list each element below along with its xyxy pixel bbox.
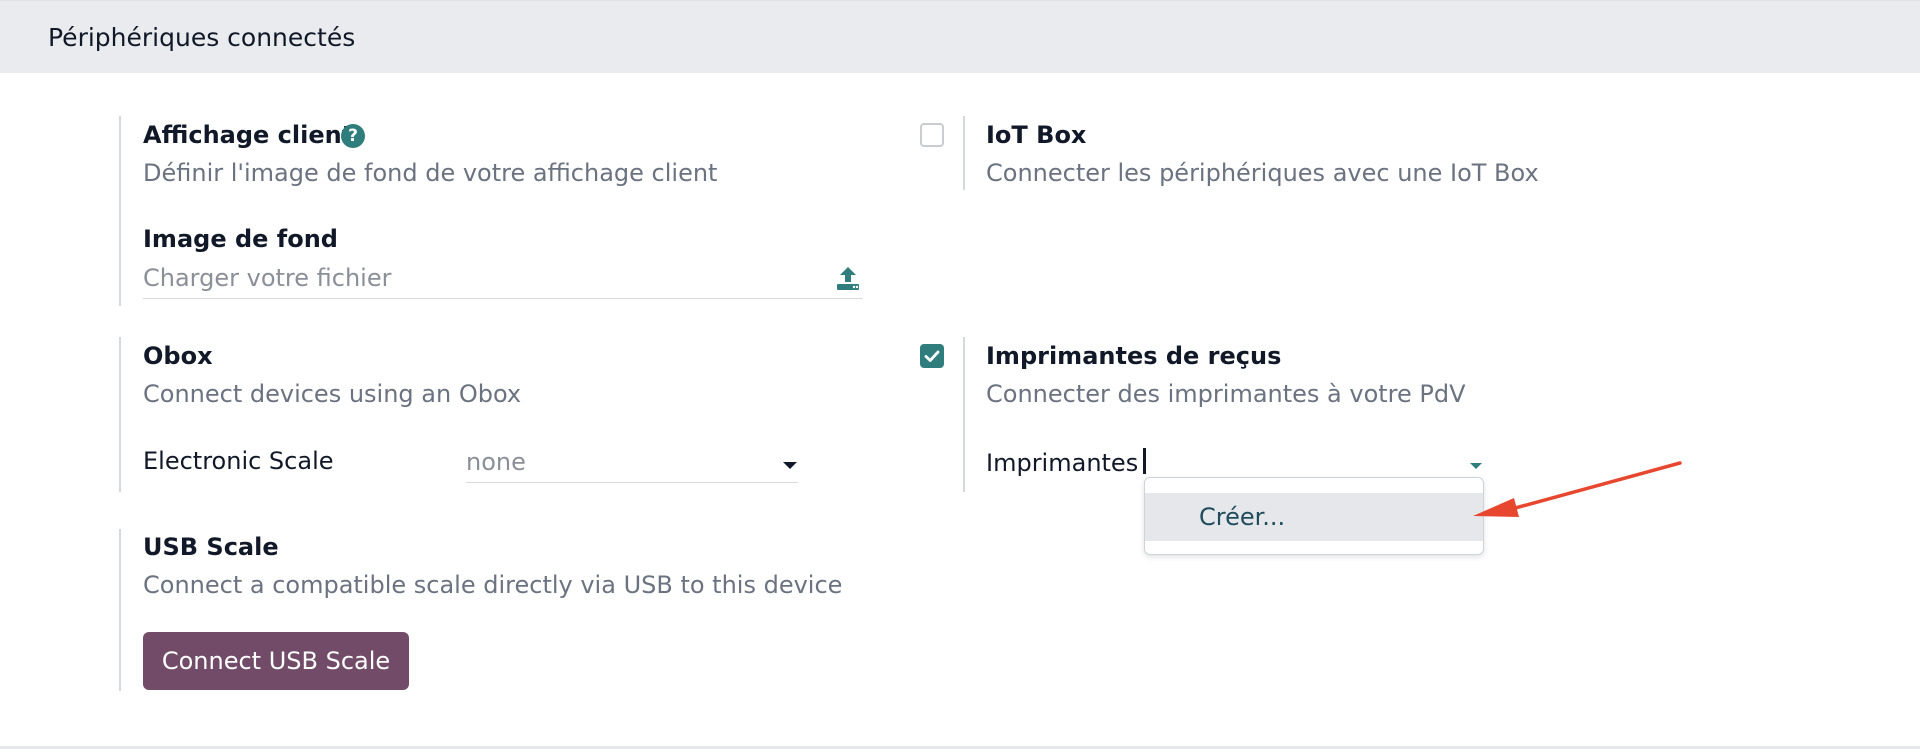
obox-title: Obox bbox=[143, 342, 213, 370]
receipt-printers-title: Imprimantes de reçus bbox=[986, 342, 1282, 370]
background-image-upload-field[interactable]: Charger votre fichier bbox=[143, 262, 863, 299]
setting-divider bbox=[119, 529, 121, 691]
section-title: Périphériques connectés bbox=[48, 23, 356, 52]
dropdown-item-create[interactable]: Créer... bbox=[1145, 493, 1483, 541]
section-bottom-rule bbox=[0, 746, 1920, 749]
dropdown-item-label: Créer... bbox=[1199, 503, 1286, 531]
iot-box-checkbox[interactable] bbox=[920, 123, 944, 147]
setting-divider bbox=[963, 116, 965, 190]
section-header: Périphériques connectés bbox=[0, 0, 1920, 73]
question-circle-icon[interactable]: ? bbox=[341, 124, 365, 148]
customer-display-description: Définir l'image de fond de votre afficha… bbox=[143, 159, 718, 187]
text-cursor bbox=[1143, 448, 1146, 474]
customer-display-title: Affichage client bbox=[143, 121, 354, 149]
iot-box-title: IoT Box bbox=[986, 121, 1087, 149]
electronic-scale-value: none bbox=[466, 448, 526, 476]
printers-autocomplete-dropdown: Créer... bbox=[1144, 477, 1484, 555]
background-image-label: Image de fond bbox=[143, 225, 338, 253]
upload-icon[interactable] bbox=[835, 265, 861, 291]
electronic-scale-label: Electronic Scale bbox=[143, 447, 334, 475]
annotation-arrow-icon bbox=[1473, 461, 1682, 517]
check-icon bbox=[924, 350, 940, 362]
setting-divider bbox=[119, 116, 121, 306]
usb-scale-description: Connect a compatible scale directly via … bbox=[143, 571, 843, 599]
obox-description: Connect devices using an Obox bbox=[143, 380, 522, 408]
chevron-down-icon[interactable] bbox=[783, 462, 797, 469]
usb-scale-title: USB Scale bbox=[143, 533, 279, 561]
receipt-printers-checkbox[interactable] bbox=[920, 344, 944, 368]
setting-divider bbox=[119, 337, 121, 492]
receipt-printers-description: Connecter des imprimantes à votre PdV bbox=[986, 380, 1466, 408]
file-placeholder: Charger votre fichier bbox=[143, 264, 392, 292]
iot-box-description: Connecter les périphériques avec une IoT… bbox=[986, 159, 1539, 187]
setting-divider bbox=[963, 337, 965, 492]
electronic-scale-select[interactable]: none bbox=[466, 446, 798, 483]
connect-usb-scale-button[interactable]: Connect USB Scale bbox=[143, 632, 409, 690]
printers-label: Imprimantes bbox=[986, 449, 1139, 477]
